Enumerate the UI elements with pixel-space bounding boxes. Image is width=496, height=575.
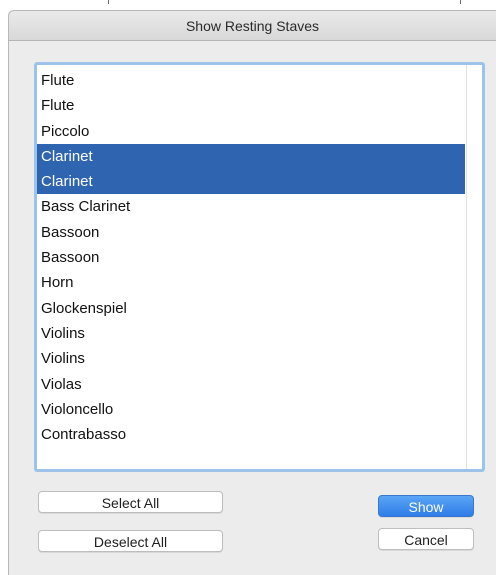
stave-list-item[interactable]: Piccolo xyxy=(37,119,465,144)
list-scrollbar[interactable] xyxy=(466,65,482,469)
dialog-title: Show Resting Staves xyxy=(185,18,320,34)
stave-list-item[interactable]: Violoncello xyxy=(37,397,465,422)
stave-list-item[interactable]: Violins xyxy=(37,346,465,371)
select-all-button[interactable]: Select All xyxy=(38,491,223,513)
stave-list-item[interactable]: Clarinet xyxy=(37,169,465,195)
stave-list-item[interactable]: Flute xyxy=(37,68,465,93)
stave-list-item[interactable]: Contrabasso xyxy=(37,422,465,447)
stave-list-item[interactable]: Bassoon xyxy=(37,245,465,270)
deselect-all-button[interactable]: Deselect All xyxy=(38,530,223,552)
stave-list-item[interactable]: Flute xyxy=(37,93,465,118)
stave-list-item[interactable]: Bass Clarinet xyxy=(37,194,465,219)
stave-list-item[interactable]: Horn xyxy=(37,270,465,295)
stave-list-item[interactable]: Glockenspiel xyxy=(37,296,465,321)
background-window-tick xyxy=(108,0,109,4)
staves-list[interactable]: Flute Flute Piccolo Clarinet Clarinet Bass Cl… xyxy=(37,65,482,469)
background-window-tick xyxy=(460,0,461,4)
dialog-titlebar[interactable]: Show Resting Staves xyxy=(9,11,496,41)
stave-list-item[interactable]: Bassoon xyxy=(37,220,465,245)
stave-list-item[interactable]: Clarinet xyxy=(37,143,465,170)
show-resting-staves-dialog: Show Resting Staves Flute Flute Piccolo Cla… xyxy=(8,10,496,575)
cancel-button[interactable]: Cancel xyxy=(378,528,474,550)
stave-list-item[interactable]: Violins xyxy=(37,321,465,346)
stave-list-item[interactable]: Violas xyxy=(37,372,465,397)
staves-list-box[interactable]: Flute Flute Piccolo Clarinet Clarinet Bass Cl… xyxy=(34,62,485,472)
show-button[interactable]: Show xyxy=(378,495,474,517)
